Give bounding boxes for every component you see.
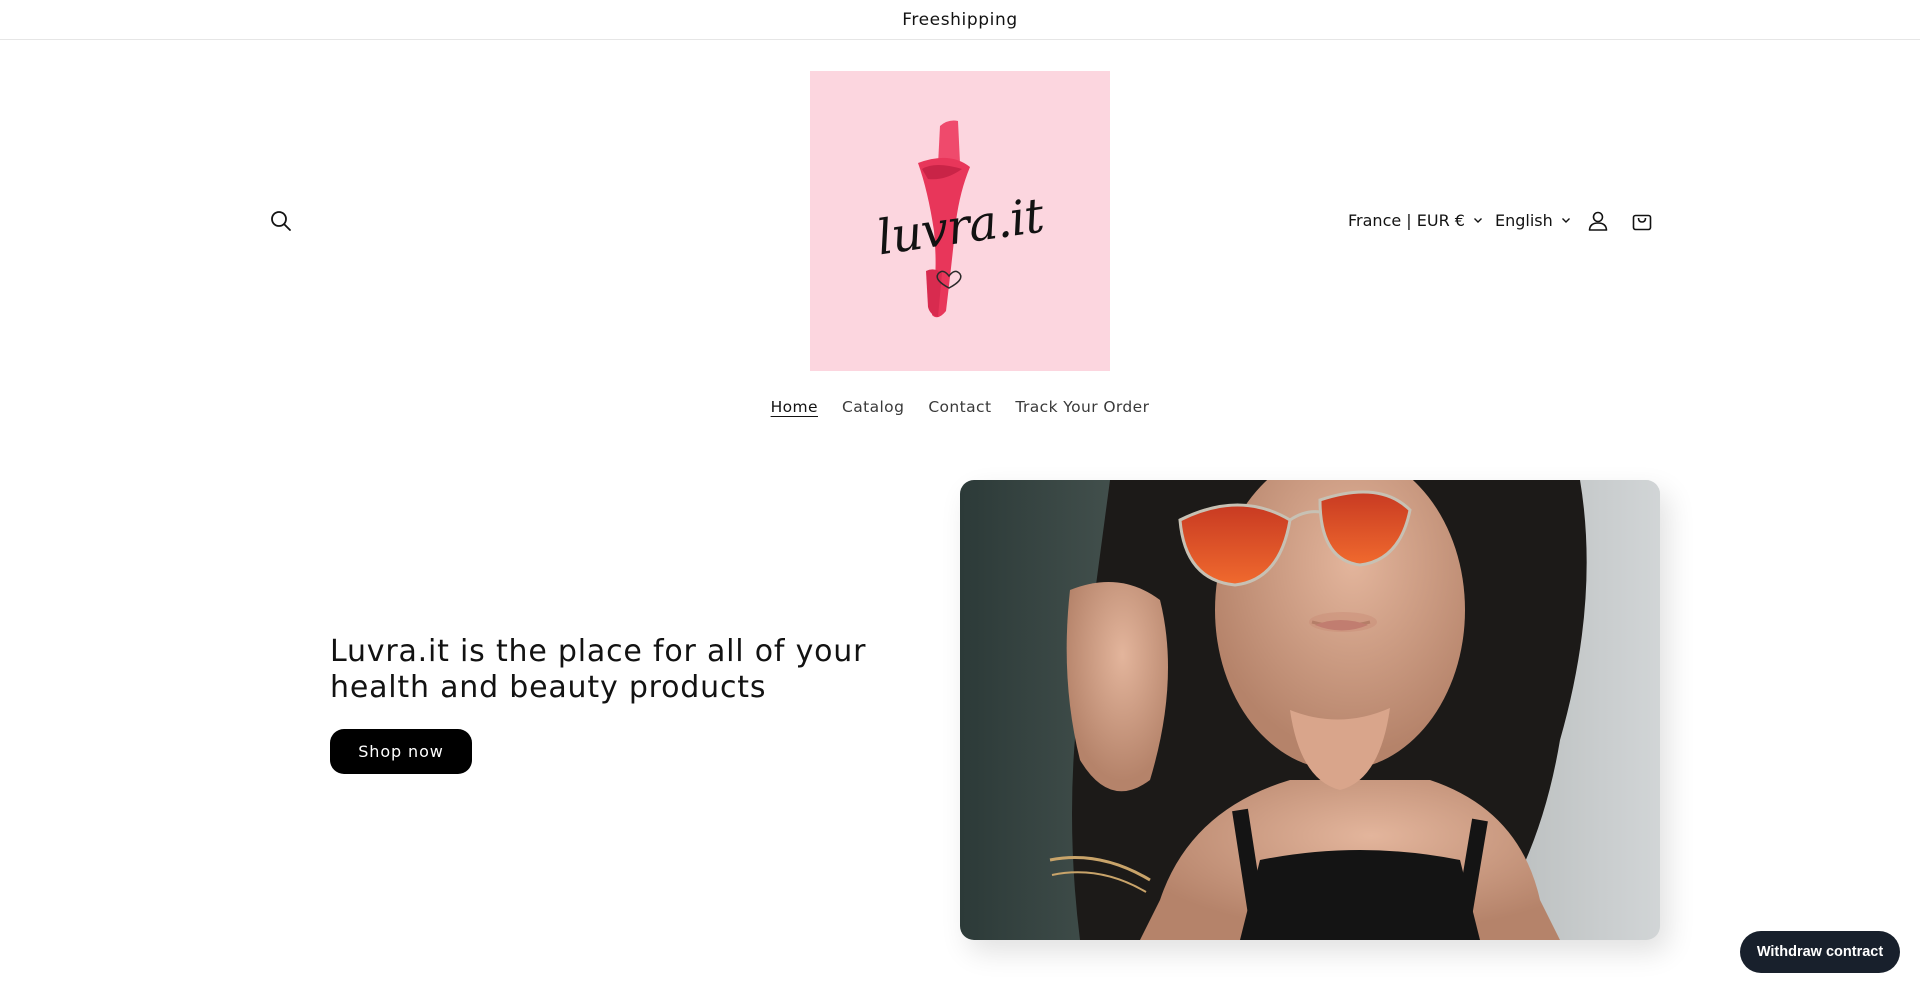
hero-image (960, 480, 1660, 940)
nav-item-home[interactable]: Home (771, 398, 818, 428)
nav-item-track-order[interactable]: Track Your Order (1015, 398, 1149, 428)
announcement-text: Freeshipping (902, 9, 1018, 30)
logo[interactable]: luvra.it (810, 71, 1110, 371)
site-header: luvra.it France | EUR € English Home Cat… (0, 40, 1920, 460)
language-label: English (1495, 210, 1553, 230)
country-currency-selector[interactable]: France | EUR € (1348, 208, 1483, 232)
account-icon (1588, 211, 1608, 231)
search-icon (271, 211, 291, 231)
announcement-bar: Freeshipping (0, 0, 1920, 40)
chevron-down-icon (1561, 215, 1571, 225)
main-navigation: Home Catalog Contact Track Your Order (0, 398, 1920, 428)
withdraw-contract-button[interactable]: Withdraw contract (1740, 931, 1900, 973)
hero-title: Luvra.it is the place for all of your he… (330, 634, 867, 705)
shop-now-button[interactable]: Shop now (330, 729, 472, 774)
country-currency-label: France | EUR € (1348, 210, 1465, 230)
account-button[interactable] (1583, 206, 1613, 236)
cart-button[interactable] (1627, 206, 1657, 236)
chevron-down-icon (1473, 215, 1483, 225)
nav-item-contact[interactable]: Contact (928, 398, 991, 428)
nav-item-catalog[interactable]: Catalog (842, 398, 904, 428)
cart-icon (1632, 214, 1652, 231)
language-selector[interactable]: English (1495, 208, 1571, 232)
search-button[interactable] (266, 206, 296, 236)
